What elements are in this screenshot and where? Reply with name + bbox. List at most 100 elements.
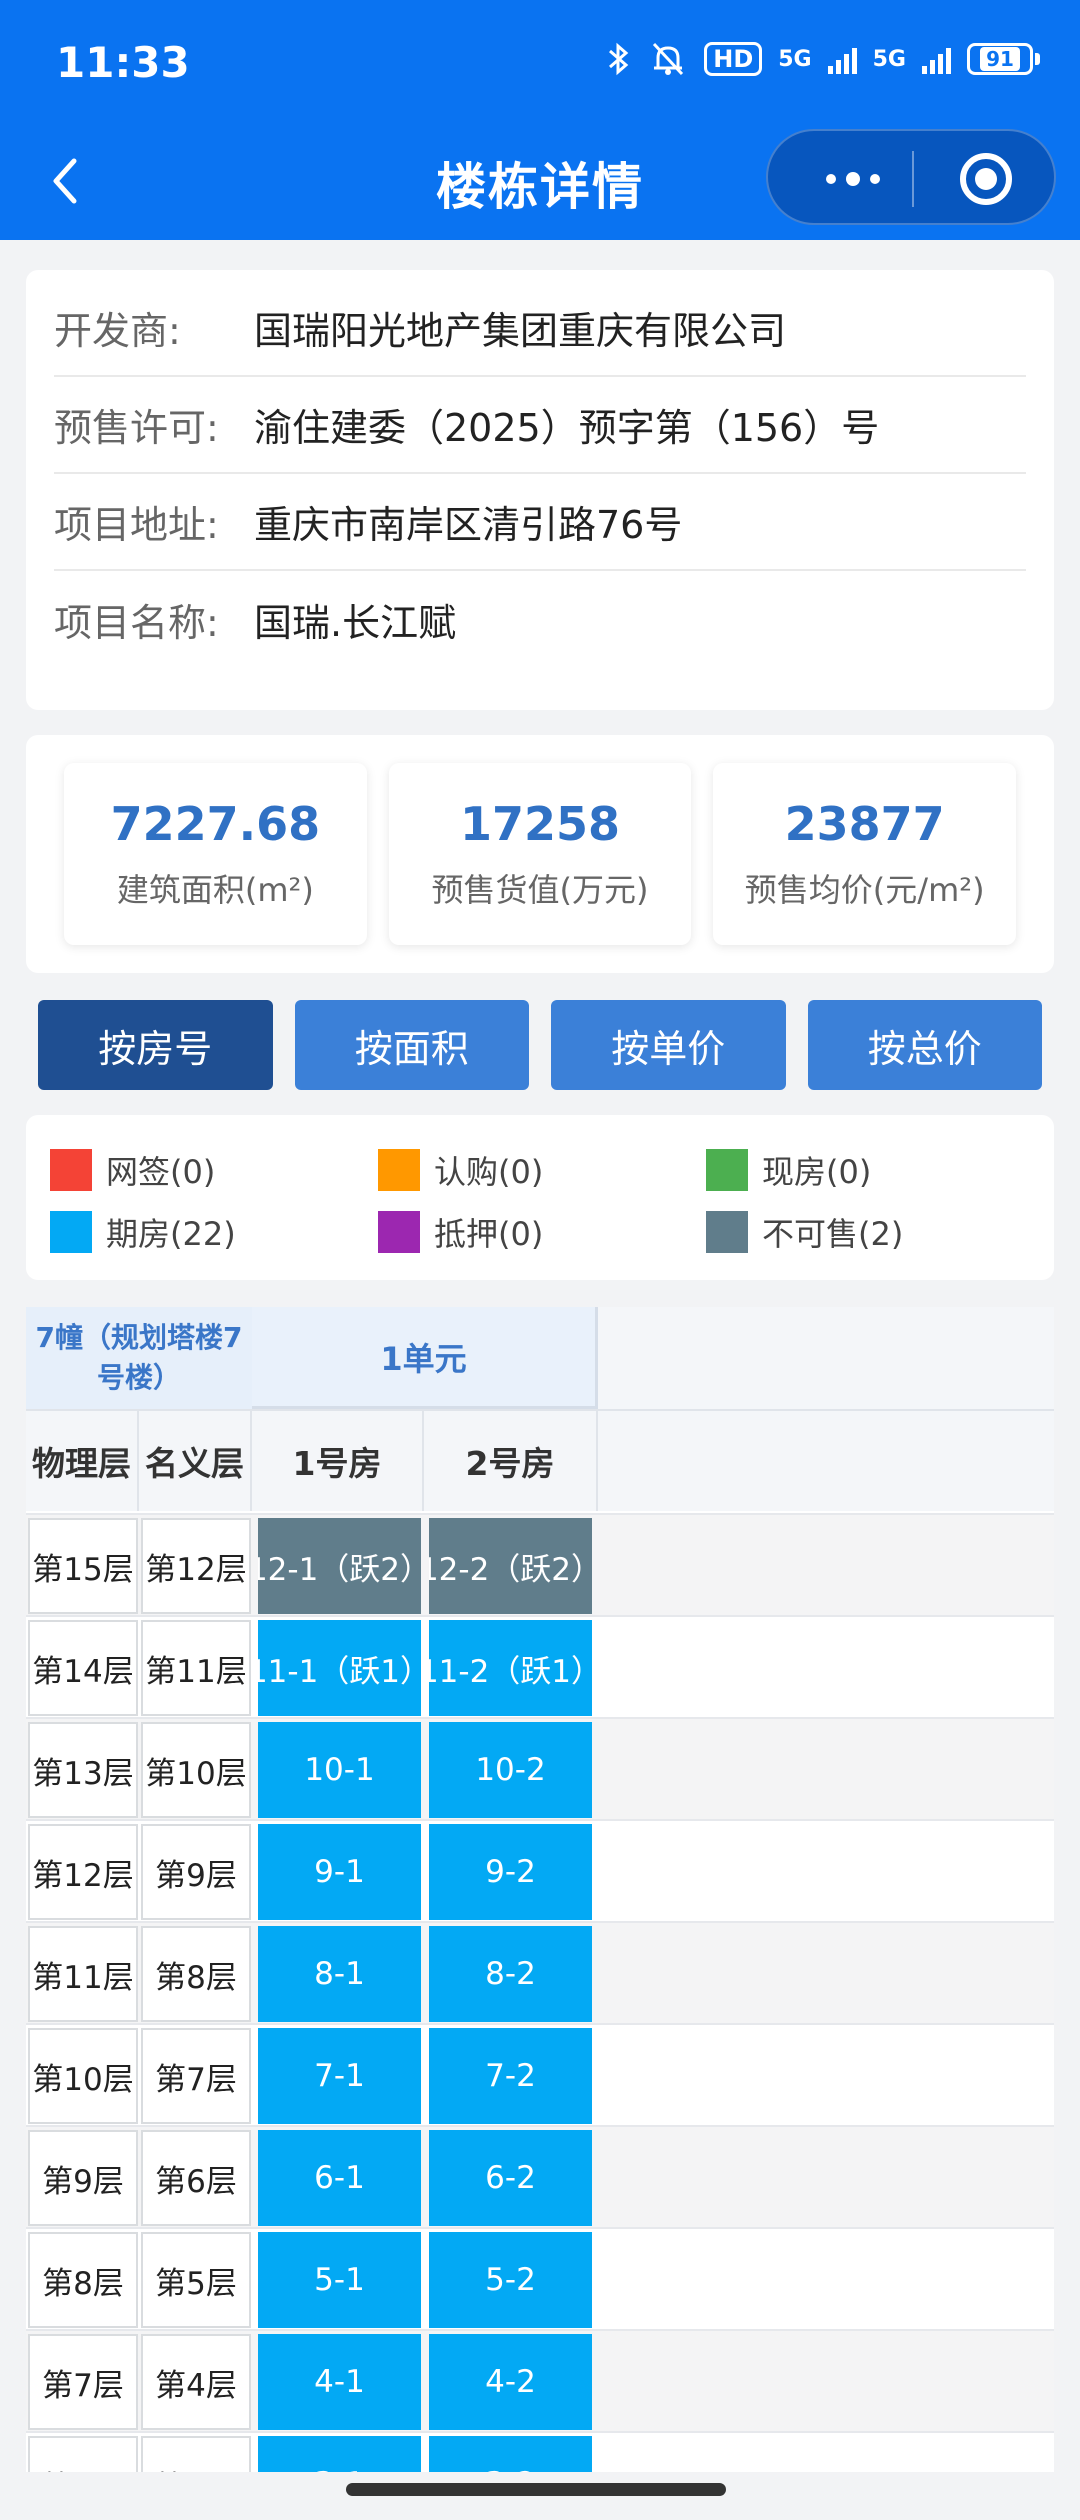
table-header-building: 7幢（规划塔楼7号楼） 1单元 bbox=[26, 1307, 1054, 1409]
mute-bell-icon bbox=[648, 40, 688, 78]
room-cell[interactable]: 4-1 bbox=[258, 2334, 421, 2430]
room-cell[interactable]: 6-2 bbox=[429, 2130, 592, 2226]
room-cell[interactable]: 12-1（跃2） bbox=[258, 1518, 421, 1614]
room-cell[interactable]: 9-1 bbox=[258, 1824, 421, 1920]
table-row: 第15层第12层12-1（跃2）12-2（跃2） bbox=[26, 1513, 1054, 1615]
sort-by-room-button[interactable]: 按房号 bbox=[38, 1000, 273, 1090]
network-5g-label-2: 5G bbox=[872, 46, 906, 72]
stat-value: 7227.68 bbox=[110, 797, 321, 851]
stat-building-area: 7227.68 建筑面积(m²) bbox=[64, 763, 367, 945]
table-row: 第6层第3层3-13-2 bbox=[26, 2431, 1054, 2472]
battery-icon: 91 bbox=[967, 43, 1040, 75]
room-cell[interactable]: 5-2 bbox=[429, 2232, 592, 2328]
physical-floor-cell: 第8层 bbox=[28, 2232, 138, 2328]
building-name: 7幢（规划塔楼7号楼） bbox=[26, 1307, 252, 1409]
physical-floor-cell: 第11层 bbox=[28, 1926, 138, 2022]
stats-card: 7227.68 建筑面积(m²) 17258 预售货值(万元) 23877 预售… bbox=[26, 735, 1054, 973]
stat-caption: 预售均价(元/m²) bbox=[744, 871, 985, 909]
table-row: 第14层第11层11-1（跃1）11-2（跃1） bbox=[26, 1615, 1054, 1717]
nominal-floor-cell: 第6层 bbox=[141, 2130, 251, 2226]
table-row: 第13层 第10层 10-1 10-2 bbox=[26, 1717, 1054, 1819]
room-cell[interactable]: 10-2 bbox=[429, 1722, 592, 1818]
info-value: 国瑞阳光地产集团重庆有限公司 bbox=[254, 309, 787, 353]
info-label: 开发商: bbox=[54, 309, 181, 353]
legend-swatch bbox=[50, 1149, 92, 1191]
legend-swatch bbox=[378, 1149, 420, 1191]
physical-floor-cell: 第12层 bbox=[28, 1824, 138, 1920]
room-cell[interactable]: 10-1 bbox=[258, 1722, 421, 1818]
legend-item: 期房(22) bbox=[50, 1201, 378, 1263]
room-cell[interactable]: 9-2 bbox=[429, 1824, 592, 1920]
hd-icon: HD bbox=[704, 42, 763, 76]
nominal-floor-cell: 第9层 bbox=[141, 1824, 251, 1920]
room-cell[interactable]: 8-1 bbox=[258, 1926, 421, 2022]
status-legend: 网签(0) 认购(0) 现房(0) 期房(22) 抵押(0) 不可售(2) bbox=[26, 1115, 1054, 1280]
stat-value: 23877 bbox=[784, 797, 945, 851]
network-5g-label: 5G bbox=[778, 46, 812, 72]
table-body: 第15层第12层12-1（跃2）12-2（跃2）第14层第11层11-1（跃1）… bbox=[26, 1513, 1054, 2472]
status-icons: HD 5G 5G 91 bbox=[606, 40, 1040, 78]
legend-label: 现房(0) bbox=[762, 1153, 872, 1191]
column-header-room-2: 2号房 bbox=[424, 1411, 598, 1511]
sort-by-total-price-button[interactable]: 按总价 bbox=[807, 1000, 1042, 1090]
physical-floor-cell: 第15层 bbox=[28, 1518, 138, 1614]
room-cell[interactable]: 7-1 bbox=[258, 2028, 421, 2124]
battery-level: 91 bbox=[980, 47, 1020, 71]
info-label: 项目地址: bbox=[54, 503, 219, 547]
stat-value: 17258 bbox=[459, 797, 621, 851]
room-cell[interactable]: 11-1（跃1） bbox=[258, 1620, 421, 1716]
room-cell[interactable]: 3-2 bbox=[429, 2436, 592, 2472]
status-bar: 11:33 HD 5G 5G 91 bbox=[0, 0, 1080, 125]
more-icon[interactable] bbox=[808, 161, 898, 197]
nominal-floor-cell: 第3层 bbox=[141, 2436, 251, 2472]
legend-label: 期房(22) bbox=[106, 1215, 236, 1253]
info-row-address: 项目地址: 重庆市南岸区清引路76号 bbox=[54, 474, 1026, 571]
room-cell[interactable]: 3-1 bbox=[258, 2436, 421, 2472]
legend-item: 认购(0) bbox=[378, 1139, 706, 1201]
physical-floor-cell: 第10层 bbox=[28, 2028, 138, 2124]
legend-swatch bbox=[378, 1211, 420, 1253]
physical-floor-cell: 第13层 bbox=[28, 1722, 138, 1818]
physical-floor-cell: 第6层 bbox=[28, 2436, 138, 2472]
project-info-card: 开发商: 国瑞阳光地产集团重庆有限公司 预售许可: 渝住建委（2025）预字第（… bbox=[26, 270, 1054, 710]
legend-label: 抵押(0) bbox=[434, 1215, 544, 1253]
info-value: 国瑞.长江赋 bbox=[254, 601, 457, 645]
room-cell[interactable]: 7-2 bbox=[429, 2028, 592, 2124]
sort-button-group: 按房号 按面积 按单价 按总价 bbox=[38, 1000, 1042, 1090]
table-row: 第7层 第4层 4-1 4-2 bbox=[26, 2329, 1054, 2431]
legend-item: 不可售(2) bbox=[706, 1201, 1034, 1263]
column-header-physical-floor: 物理层 bbox=[26, 1411, 139, 1511]
sort-by-area-button[interactable]: 按面积 bbox=[294, 1000, 529, 1090]
signal-icon bbox=[827, 44, 857, 74]
nominal-floor-cell: 第7层 bbox=[141, 2028, 251, 2124]
nominal-floor-cell: 第8层 bbox=[141, 1926, 251, 2022]
nominal-floor-cell: 第4层 bbox=[141, 2334, 251, 2430]
table-row: 第8层 第5层 5-1 5-2 bbox=[26, 2227, 1054, 2329]
legend-label: 认购(0) bbox=[434, 1153, 544, 1191]
info-value: 重庆市南岸区清引路76号 bbox=[254, 503, 683, 547]
info-label: 预售许可: bbox=[54, 406, 219, 450]
sort-by-unit-price-button[interactable]: 按单价 bbox=[551, 1000, 786, 1090]
table-row: 第11层 第8层 8-1 8-2 bbox=[26, 1921, 1054, 2023]
room-cell[interactable]: 11-2（跃1） bbox=[429, 1620, 592, 1716]
app-header: 11:33 HD 5G 5G 91 楼栋详情 bbox=[0, 0, 1080, 240]
legend-swatch bbox=[706, 1211, 748, 1253]
room-cell[interactable]: 5-1 bbox=[258, 2232, 421, 2328]
legend-swatch bbox=[706, 1149, 748, 1191]
floor-table[interactable]: 7幢（规划塔楼7号楼） 1单元 物理层 名义层 1号房 2号房 第15层 第12层… bbox=[26, 1307, 1054, 2472]
home-indicator[interactable] bbox=[346, 2483, 726, 2496]
table-header-columns: 物理层 名义层 1号房 2号房 bbox=[26, 1409, 1054, 1511]
unit-name: 1单元 bbox=[252, 1307, 598, 1409]
close-target-icon[interactable] bbox=[960, 153, 1012, 205]
room-cell[interactable]: 4-2 bbox=[429, 2334, 592, 2430]
nominal-floor-cell: 第12层 bbox=[141, 1518, 251, 1614]
info-row-permit: 预售许可: 渝住建委（2025）预字第（156）号 bbox=[54, 377, 1026, 474]
physical-floor-cell: 第9层 bbox=[28, 2130, 138, 2226]
physical-floor-cell: 第7层 bbox=[28, 2334, 138, 2430]
legend-item: 现房(0) bbox=[706, 1139, 1034, 1201]
room-cell[interactable]: 6-1 bbox=[258, 2130, 421, 2226]
room-cell[interactable]: 12-2（跃2） bbox=[429, 1518, 592, 1614]
room-cell[interactable]: 8-2 bbox=[429, 1926, 592, 2022]
info-label: 项目名称: bbox=[54, 601, 219, 645]
table-row: 第10层 第7层 7-1 7-2 bbox=[26, 2023, 1054, 2125]
